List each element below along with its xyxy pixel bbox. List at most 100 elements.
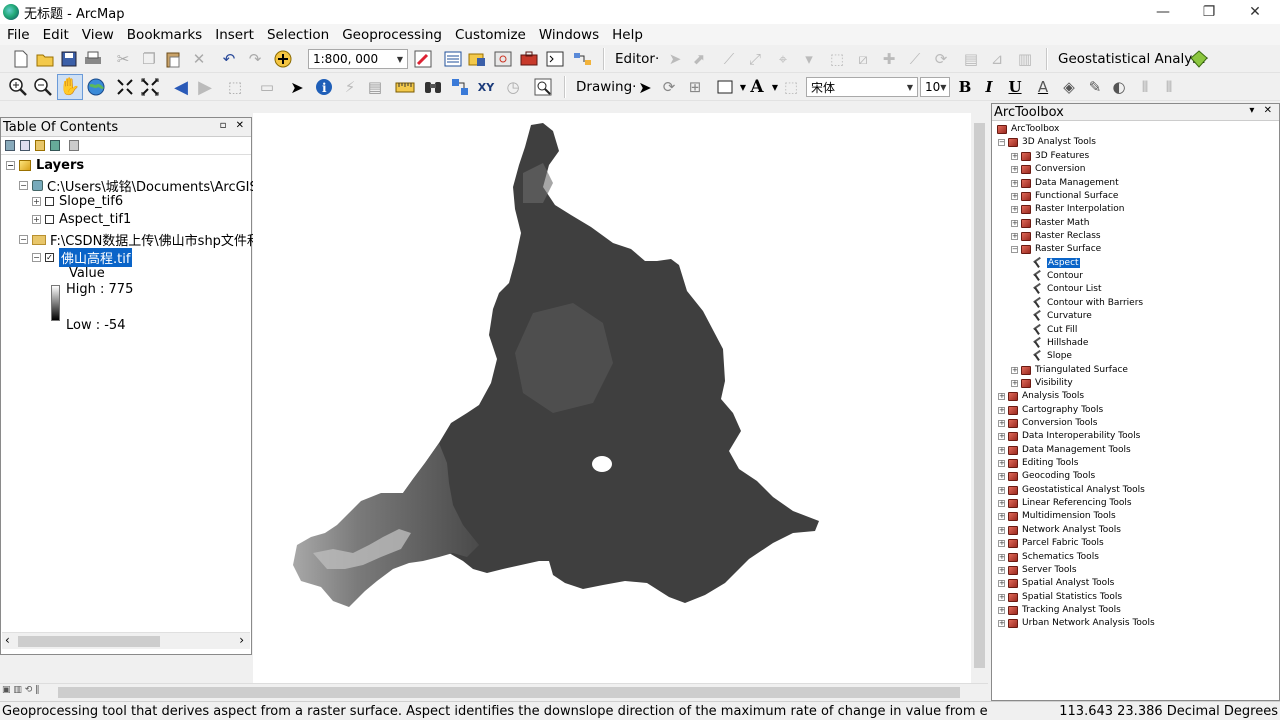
toolbox-conversion-tools[interactable]: + Conversion Tools (998, 417, 1098, 429)
menu-insert[interactable]: Insert (208, 27, 260, 43)
layer-visibility-checkbox[interactable] (45, 197, 54, 206)
toolbox-network-analyst-tools[interactable]: + Network Analyst Tools (998, 524, 1121, 536)
view-tabs[interactable]: ▣ ▥ ⟲ ‖ (0, 682, 56, 699)
expand-icon[interactable]: + (998, 406, 1005, 414)
menu-customize[interactable]: Customize (448, 27, 532, 43)
expand-icon[interactable]: + (1011, 366, 1018, 374)
expand-icon[interactable]: + (1011, 192, 1018, 200)
toolset-raster-interpolation[interactable]: + Raster Interpolation (1011, 203, 1125, 215)
toc-group-row[interactable]: − F:\CSDN数据上传\佛山市shp文件和高 (19, 230, 273, 249)
print-icon[interactable] (82, 48, 104, 70)
fixed-zoom-in-icon[interactable] (114, 76, 136, 98)
html-popup-icon[interactable]: ▤ (364, 76, 386, 98)
menu-bookmarks[interactable]: Bookmarks (120, 27, 208, 43)
list-by-source-icon[interactable] (20, 140, 30, 151)
toolbox-geostatistical-analyst-tools[interactable]: + Geostatistical Analyst Tools (998, 484, 1145, 496)
bold-button[interactable]: B (954, 76, 976, 98)
catalog-icon[interactable] (466, 48, 488, 70)
toolbox-multidimension-tools[interactable]: + Multidimension Tools (998, 510, 1116, 522)
toolbox-editing-tools[interactable]: + Editing Tools (998, 457, 1078, 469)
expand-icon[interactable]: + (1011, 205, 1018, 213)
toolbox-geocoding-tools[interactable]: + Geocoding Tools (998, 470, 1095, 482)
expand-icon[interactable]: + (998, 526, 1005, 534)
menu-windows[interactable]: Windows (532, 27, 605, 43)
toolbox-cartography-tools[interactable]: + Cartography Tools (998, 404, 1103, 416)
list-by-selection-icon[interactable] (50, 140, 60, 151)
toc-layer-row[interactable]: + Slope_tif6 (32, 194, 123, 209)
maximize-button[interactable]: ❐ (1186, 0, 1232, 24)
options-icon[interactable] (69, 140, 79, 151)
toolset-conversion[interactable]: + Conversion (1011, 163, 1085, 175)
toolset-functional-surface[interactable]: + Functional Surface (1011, 190, 1118, 202)
redo-icon[interactable]: ↷ (244, 48, 266, 70)
toolset-raster-math[interactable]: + Raster Math (1011, 217, 1089, 229)
expand-icon[interactable]: + (998, 499, 1005, 507)
fill-color-icon[interactable]: ◈ (1058, 76, 1080, 98)
collapse-icon[interactable]: − (19, 181, 28, 190)
font-size-combo[interactable]: 10 ▼ (920, 77, 950, 97)
collapse-icon[interactable]: − (19, 235, 28, 244)
select-elements-arrow-icon[interactable]: ➤ (286, 76, 308, 98)
geostatistical-analyst-menu[interactable]: Geostatistical Analyst· (1058, 51, 1209, 67)
tool-hillshade[interactable]: Hillshade (1032, 337, 1088, 349)
toolset-3d-features[interactable]: +3D Features (1011, 150, 1089, 162)
expand-icon[interactable]: + (998, 472, 1005, 480)
toolbox-tracking-analyst-tools[interactable]: + Tracking Analyst Tools (998, 604, 1121, 616)
close-button[interactable]: ✕ (1232, 0, 1278, 24)
paste-icon[interactable] (162, 48, 184, 70)
toc-group-row[interactable]: − C:\Users\城铭\Documents\ArcGIS\De (19, 176, 280, 195)
add-data-icon[interactable] (272, 48, 294, 70)
magnifier-window-icon[interactable] (532, 76, 554, 98)
expand-icon[interactable]: + (998, 392, 1005, 400)
menu-selection[interactable]: Selection (260, 27, 335, 43)
save-icon[interactable] (58, 48, 80, 70)
toolbox-data-interoperability-tools[interactable]: + Data Interoperability Tools (998, 430, 1140, 442)
expand-icon[interactable]: + (1011, 165, 1018, 173)
toolset-visibility[interactable]: + Visibility (1011, 377, 1073, 389)
time-slider-icon[interactable]: ◷ (502, 76, 524, 98)
toc-layer-row[interactable]: + Aspect_tif1 (32, 212, 131, 227)
map-scale-combo[interactable]: 1:800, 000 ▼ (308, 49, 408, 69)
editor-menu-label[interactable]: Editor· (615, 51, 659, 67)
geostatistical-wizard-icon[interactable] (1188, 48, 1210, 70)
layer-visibility-checkbox[interactable]: ✓ (45, 253, 54, 262)
python-window-icon[interactable] (544, 48, 566, 70)
map-vertical-scrollbar[interactable] (971, 113, 988, 683)
toolbox-parcel-fabric-tools[interactable]: + Parcel Fabric Tools (998, 537, 1104, 549)
expand-icon[interactable]: + (1011, 232, 1018, 240)
toc-layer-row[interactable]: − ✓ 佛山高程.tif (32, 248, 133, 267)
toolset-data-management[interactable]: + Data Management (1011, 177, 1119, 189)
minimize-button[interactable]: — (1140, 0, 1186, 24)
tool-slope[interactable]: Slope (1032, 350, 1072, 362)
zoom-out-icon[interactable] (32, 76, 54, 98)
menu-view[interactable]: View (75, 27, 120, 43)
rotate-element-icon[interactable]: ⟳ (658, 76, 680, 98)
expand-icon[interactable]: + (998, 459, 1005, 467)
expand-icon[interactable]: + (998, 619, 1005, 627)
expand-icon[interactable]: + (998, 593, 1005, 601)
toc-pane-buttons[interactable]: ▫ ✕ (220, 120, 247, 131)
toolbox-urban-network-analysis-tools[interactable]: + Urban Network Analysis Tools (998, 617, 1155, 629)
expand-icon[interactable]: + (1011, 152, 1018, 160)
go-back-arrow-icon[interactable]: ◀ (170, 76, 192, 98)
expand-icon[interactable]: + (998, 512, 1005, 520)
pan-hand-icon[interactable]: ✋ (57, 74, 83, 100)
arctoolbox-pane-buttons[interactable]: ▾ ✕ (1249, 105, 1275, 116)
scroll-right-icon[interactable]: › (239, 633, 244, 647)
tool-cut-fill[interactable]: Cut Fill (1032, 324, 1077, 336)
expand-icon[interactable]: + (32, 215, 41, 224)
layer-visibility-checkbox[interactable] (45, 215, 54, 224)
toolbox-3d-analyst[interactable]: − 3D Analyst Tools (998, 136, 1096, 148)
expand-icon[interactable]: + (998, 432, 1005, 440)
tool-contour-list[interactable]: Contour List (1032, 283, 1102, 295)
collapse-icon[interactable]: − (32, 253, 41, 262)
zoom-in-icon[interactable] (7, 76, 29, 98)
identify-icon[interactable]: i (313, 76, 335, 98)
map-horizontal-scrollbar[interactable] (0, 683, 988, 700)
expand-icon[interactable]: + (998, 566, 1005, 574)
menu-geoprocessing[interactable]: Geoprocessing (335, 27, 448, 43)
editor-toolbar-icon[interactable] (412, 48, 434, 70)
toolset-raster-surface[interactable]: − Raster Surface (1011, 243, 1101, 255)
menu-edit[interactable]: Edit (36, 27, 75, 43)
toolbox-schematics-tools[interactable]: + Schematics Tools (998, 551, 1099, 563)
